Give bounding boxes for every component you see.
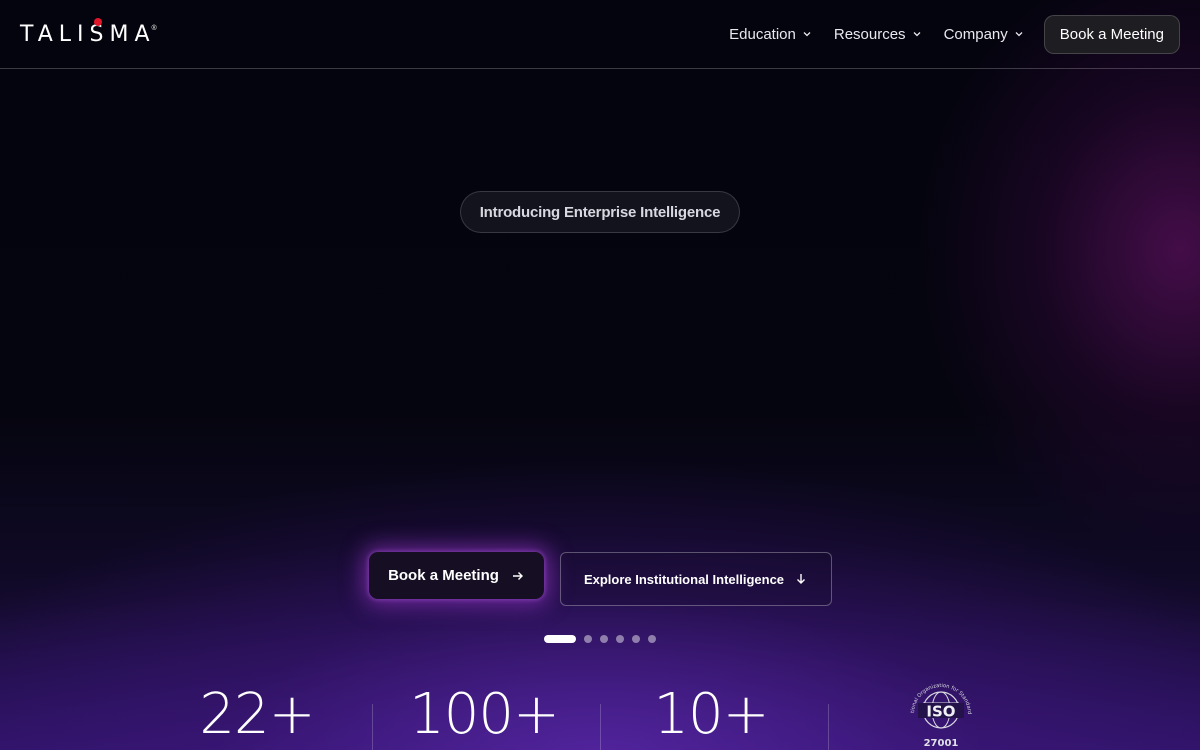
book-meeting-button[interactable]: Book a Meeting — [369, 552, 544, 599]
carousel-dot-6[interactable] — [648, 635, 656, 643]
iso-label: ISO — [926, 703, 955, 721]
carousel-dot-2[interactable] — [584, 635, 592, 643]
nav-item-resources[interactable]: Resources — [834, 26, 922, 43]
stat-divider — [828, 704, 829, 750]
registered-mark: ® — [151, 24, 157, 32]
explore-intelligence-label: Explore Institutional Intelligence — [583, 571, 785, 587]
nav-item-company[interactable]: Company — [944, 26, 1024, 43]
main-nav: Education Resources Company Book a Meeti… — [729, 14, 1180, 54]
header-book-meeting-button[interactable]: Book a Meeting — [1043, 14, 1180, 54]
announcement-badge[interactable]: Introducing Enterprise Intelligence — [460, 191, 740, 233]
stat-value-3: 10+ — [653, 682, 769, 747]
carousel-dot-5[interactable] — [632, 635, 640, 643]
chevron-down-icon — [803, 32, 811, 37]
logo-red-dot-icon — [94, 17, 102, 26]
carousel-dot-1[interactable] — [544, 635, 576, 643]
nav-label-education: Education — [729, 25, 796, 43]
book-meeting-label: Book a Meeting — [388, 567, 499, 584]
explore-intelligence-button[interactable]: Explore Institutional Intelligence — [560, 552, 832, 606]
site-header: TALISMA ® Education Resources Company Bo… — [0, 0, 1200, 69]
stat-value-1: 22+ — [199, 682, 315, 747]
nav-label-company: Company — [943, 25, 1008, 43]
nav-item-education[interactable]: Education — [729, 26, 812, 43]
logo-wordmark: TALISMA — [20, 21, 156, 47]
carousel-dot-4[interactable] — [616, 635, 624, 643]
nav-label-resources: Resources — [833, 25, 906, 43]
chevron-down-icon — [913, 32, 921, 37]
iso-27001-badge-icon: International Organization for Standardi… — [904, 676, 972, 749]
arrow-right-icon — [512, 571, 523, 580]
carousel-dots — [544, 635, 656, 643]
arrow-down-icon — [797, 574, 806, 584]
chevron-down-icon — [1015, 32, 1023, 37]
carousel-dot-3[interactable] — [600, 635, 608, 643]
talisma-logo[interactable]: TALISMA ® — [20, 17, 157, 47]
iso-number: 27001 — [924, 738, 959, 749]
stat-divider — [372, 704, 373, 750]
stat-value-2: 100+ — [409, 682, 560, 747]
stat-divider — [600, 704, 601, 750]
